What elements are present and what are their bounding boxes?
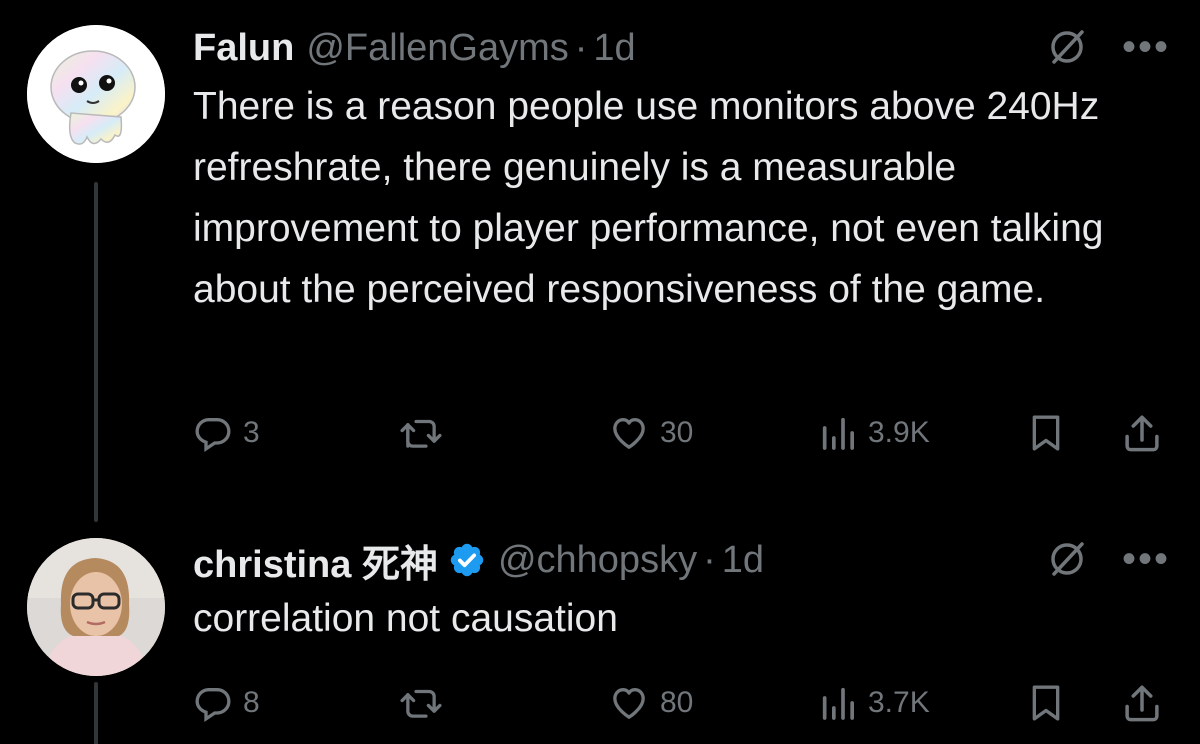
like-count: 80 (660, 686, 694, 719)
avatar-image (27, 538, 165, 676)
bookmark-button[interactable] (1026, 411, 1066, 455)
share-icon (1125, 685, 1159, 722)
thread-line (94, 682, 98, 744)
heart-icon (613, 688, 645, 719)
tweet-feed: Falun @FallenGayms · 1d ••• There is a r… (0, 0, 1200, 744)
tweet-actions: 8 80 3.7K (193, 678, 1174, 728)
share-icon (1125, 415, 1159, 452)
reply-icon (195, 688, 231, 722)
views-count: 3.7K (868, 686, 930, 719)
like-button[interactable]: 30 (608, 413, 693, 453)
bookmark-icon (1032, 415, 1060, 451)
thread-line (94, 182, 98, 522)
header-actions: ••• (1046, 26, 1170, 68)
tweet-header: Falun @FallenGayms · 1d ••• (193, 20, 1170, 76)
share-button[interactable] (1121, 681, 1163, 725)
separator-dot: · (574, 26, 588, 69)
verified-badge-icon[interactable] (448, 541, 486, 579)
reply-count: 3 (243, 416, 260, 449)
like-button[interactable]: 80 (608, 683, 693, 723)
avatar[interactable] (27, 538, 165, 676)
tweet-content: christina 死神 @chhopsky · 1d ••• correlat… (193, 532, 1170, 649)
like-count: 30 (660, 416, 694, 449)
retweet-icon (400, 419, 442, 448)
user-handle[interactable]: @FallenGayms (306, 27, 568, 70)
reply-button[interactable]: 8 (193, 683, 260, 723)
more-options-icon[interactable]: ••• (1122, 27, 1170, 67)
display-name[interactable]: christina 死神 (193, 533, 438, 588)
separator-dot: · (703, 538, 716, 581)
grok-icon[interactable] (1046, 538, 1088, 580)
bookmark-button[interactable] (1026, 681, 1066, 725)
views-icon (822, 417, 854, 450)
views-button[interactable]: 3.9K (818, 413, 930, 453)
views-icon (822, 687, 854, 720)
timestamp[interactable]: 1d (722, 539, 764, 582)
display-name[interactable]: Falun (193, 27, 294, 70)
tweet[interactable]: Falun @FallenGayms · 1d ••• There is a r… (0, 0, 1200, 522)
avatar[interactable] (27, 25, 165, 163)
bookmark-icon (1032, 685, 1060, 721)
reply-button[interactable]: 3 (193, 413, 260, 453)
timestamp[interactable]: 1d (593, 27, 635, 70)
heart-icon (613, 418, 645, 449)
tweet-content: Falun @FallenGayms · 1d ••• There is a r… (193, 20, 1170, 320)
tweet-header: christina 死神 @chhopsky · 1d ••• (193, 532, 1170, 588)
views-count: 3.9K (868, 416, 930, 449)
tweet-text: There is a reason people use monitors ab… (193, 85, 1104, 311)
tweet[interactable]: christina 死神 @chhopsky · 1d ••• correlat… (0, 510, 1200, 744)
reply-count: 8 (243, 686, 260, 719)
header-actions: ••• (1046, 538, 1170, 580)
tweet-actions: 3 30 3.9K (193, 408, 1174, 458)
retweet-icon (400, 689, 442, 718)
user-handle[interactable]: @chhopsky (498, 539, 697, 582)
tweet-text: correlation not causation (193, 597, 618, 640)
avatar-image (27, 25, 165, 163)
retweet-button[interactable] (398, 683, 454, 723)
views-button[interactable]: 3.7K (818, 683, 930, 723)
retweet-button[interactable] (398, 413, 454, 453)
grok-icon[interactable] (1046, 26, 1088, 68)
share-button[interactable] (1121, 411, 1163, 455)
reply-icon (195, 418, 231, 452)
more-options-icon[interactable]: ••• (1122, 539, 1170, 579)
